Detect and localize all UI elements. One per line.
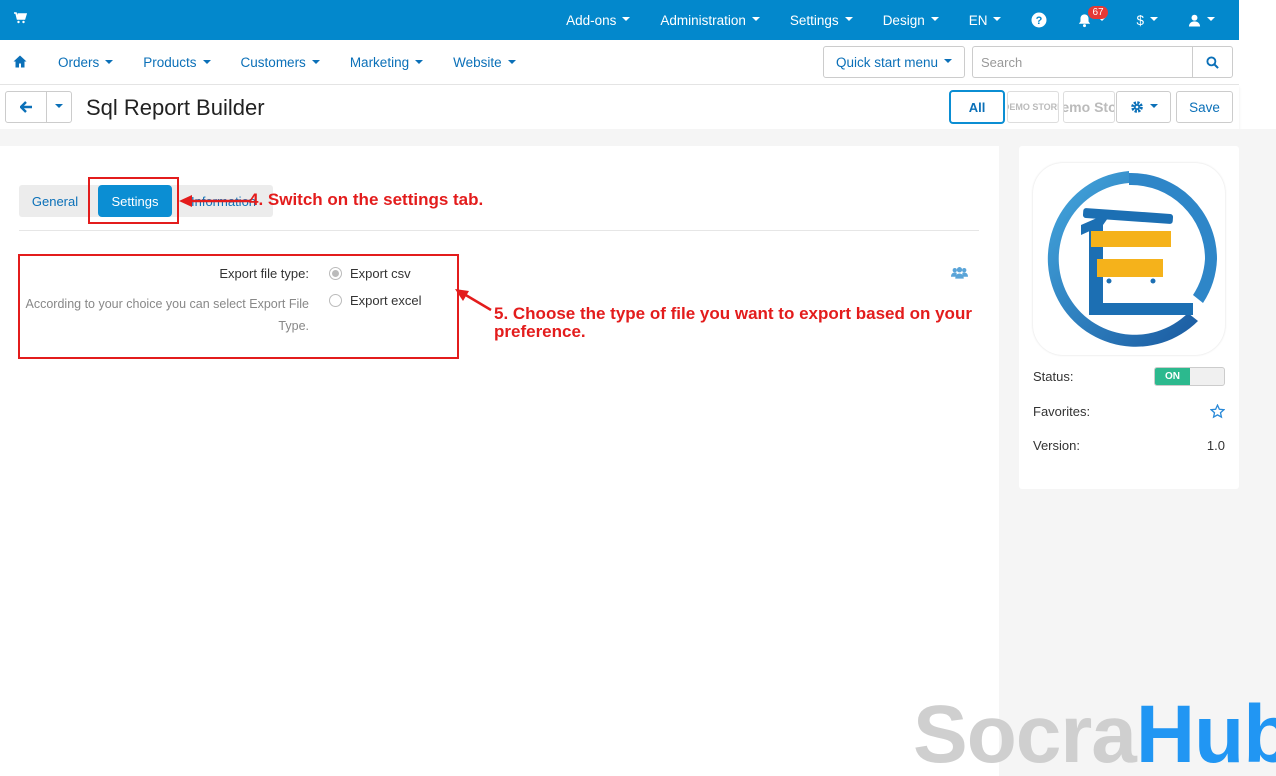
watermark-part1: Socra	[913, 689, 1137, 776]
back-button[interactable]	[6, 92, 47, 122]
notification-badge: 67	[1088, 6, 1108, 19]
caret-down-icon	[622, 17, 631, 21]
addon-logo	[1033, 163, 1225, 355]
caret-down-icon	[202, 59, 211, 64]
annotation-step4: 4. Switch on the settings tab.	[249, 190, 484, 209]
arrow-left-icon	[19, 101, 32, 113]
caret-down-icon	[311, 59, 320, 64]
status-on-label: ON	[1155, 368, 1190, 385]
status-row: Status: ON	[1033, 367, 1225, 386]
back-button-group	[5, 91, 72, 123]
status-toggle[interactable]: ON	[1154, 367, 1225, 386]
caret-down-icon	[55, 104, 63, 108]
page-title: Sql Report Builder	[86, 95, 265, 120]
nav-orders[interactable]: Orders	[43, 55, 128, 70]
addon-info-card: Status: ON Favorites: Version: 1.0	[1019, 146, 1239, 489]
caret-down-icon	[993, 17, 1002, 21]
topnav-settings[interactable]: Settings	[775, 0, 868, 40]
favorites-label: Favorites:	[1033, 404, 1091, 419]
nav-website[interactable]: Website	[438, 55, 531, 70]
topnav-administration-label: Administration	[660, 12, 746, 28]
quick-start-label: Quick start menu	[835, 54, 939, 70]
topnav-design-label: Design	[882, 12, 925, 28]
gear-icon	[1130, 101, 1143, 113]
nav-products-label: Products	[143, 55, 197, 70]
favorites-row: Favorites:	[1033, 404, 1225, 419]
help-button[interactable]: ?	[1016, 0, 1062, 40]
search-input[interactable]	[972, 46, 1193, 78]
save-button[interactable]: Save	[1176, 91, 1233, 123]
annotation-arrow-icon	[455, 289, 492, 312]
nav-customers[interactable]: Customers	[226, 55, 335, 70]
topnav-language-label: EN	[968, 12, 988, 28]
topnav-design[interactable]: Design	[868, 0, 954, 40]
caret-down-icon	[507, 59, 516, 64]
top-nav: Add-ons Administration Settings Design E…	[551, 0, 1239, 40]
annotation-arrow-icon	[179, 195, 250, 207]
search-icon	[1206, 55, 1219, 69]
quick-start-menu[interactable]: Quick start menu	[823, 46, 965, 78]
tab-divider	[19, 230, 979, 231]
title-bar: Sql Report Builder All DEMO STORE emo St…	[0, 85, 1239, 129]
caret-down-icon	[1207, 17, 1215, 21]
top-bar: Add-ons Administration Settings Design E…	[0, 0, 1239, 40]
nav-marketing-label: Marketing	[349, 55, 410, 70]
annotation-box-settings-tab	[88, 177, 179, 224]
nav-orders-label: Orders	[58, 55, 100, 70]
cart-icon[interactable]	[13, 11, 27, 25]
topnav-administration[interactable]: Administration	[645, 0, 775, 40]
socrahub-watermark: SocraHub	[913, 690, 1276, 776]
watermark-part2: Hub	[1135, 689, 1276, 776]
annotation-step5: 5. Choose the type of file you want to e…	[494, 304, 972, 341]
caret-down-icon	[751, 17, 760, 21]
search-button[interactable]	[1192, 46, 1233, 78]
all-stores-button[interactable]: All	[949, 90, 1005, 124]
caret-down-icon	[105, 59, 114, 64]
caret-down-icon	[415, 59, 424, 64]
nav-website-label: Website	[453, 55, 502, 70]
currency-selector[interactable]: $	[1121, 0, 1173, 40]
caret-down-icon	[1150, 17, 1158, 21]
user-menu[interactable]	[1173, 0, 1239, 40]
annotation-box-export-type	[18, 254, 459, 359]
main-navbar: Orders Products Customers Marketing Webs…	[0, 40, 1239, 85]
version-row: Version: 1.0	[1033, 438, 1225, 453]
store-logo-button[interactable]: DEMO STORE	[1007, 91, 1059, 123]
notifications-button[interactable]: 67	[1062, 0, 1121, 40]
caret-down-icon	[930, 17, 939, 21]
svg-text:?: ?	[1036, 15, 1043, 27]
main-panel	[0, 146, 999, 776]
store-logo-button[interactable]: emo Sto	[1063, 91, 1115, 123]
tab-general[interactable]: General	[19, 185, 91, 217]
addon-logo-icon	[1047, 171, 1217, 347]
nav-products[interactable]: Products	[128, 55, 225, 70]
caret-down-icon	[944, 59, 953, 63]
topnav-addons[interactable]: Add-ons	[551, 0, 645, 40]
user-icon	[1188, 14, 1201, 27]
version-value: 1.0	[1206, 438, 1225, 453]
nav-customers-label: Customers	[240, 55, 306, 70]
users-icon[interactable]	[951, 266, 968, 280]
topnav-settings-label: Settings	[789, 12, 839, 28]
star-icon[interactable]	[1210, 404, 1225, 419]
home-icon[interactable]	[13, 55, 27, 68]
caret-down-icon	[844, 17, 853, 21]
status-label: Status:	[1033, 369, 1074, 384]
settings-dropdown-button[interactable]	[1116, 91, 1171, 123]
currency-label: $	[1136, 12, 1144, 28]
help-icon: ?	[1031, 12, 1047, 28]
topnav-addons-label: Add-ons	[566, 12, 617, 28]
version-label: Version:	[1033, 438, 1080, 453]
caret-down-icon	[1149, 104, 1158, 108]
main-menu: Orders Products Customers Marketing Webs…	[43, 40, 531, 85]
topnav-language[interactable]: EN	[954, 0, 1017, 40]
nav-marketing[interactable]: Marketing	[335, 55, 438, 70]
back-dropdown[interactable]	[47, 92, 71, 122]
